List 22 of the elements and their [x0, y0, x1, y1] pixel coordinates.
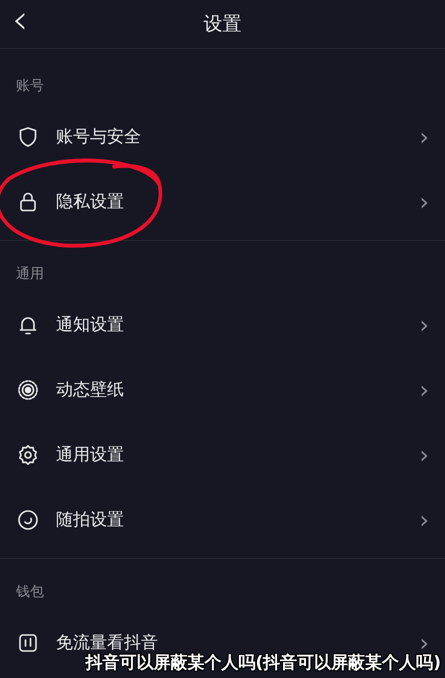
section-label: 通用 — [15, 265, 45, 283]
row-label[interactable]: 免流量看抖音 — [56, 631, 420, 654]
row-label[interactable]: 隐私设置 — [56, 190, 420, 213]
chevron-icon[interactable]: › — [419, 188, 429, 216]
chevron-icon[interactable]: › — [419, 310, 429, 338]
row-label[interactable]: 随拍设置 — [56, 508, 420, 531]
target-icon — [16, 378, 40, 402]
chevron-icon[interactable]: › — [419, 506, 429, 534]
row-label[interactable]: 动态壁纸 — [56, 378, 420, 401]
section-label: 钱包 — [15, 583, 45, 601]
row-label[interactable]: 通用设置 — [56, 443, 420, 466]
page-title: 设置 — [204, 12, 242, 37]
chevron-icon[interactable]: › — [419, 122, 429, 150]
section-label: 账号 — [15, 77, 45, 95]
settings-icon — [16, 442, 40, 466]
row-label[interactable]: 通知设置 — [56, 313, 420, 336]
chevron-icon[interactable]: › — [419, 376, 429, 404]
row-label[interactable]: 账号与安全 — [56, 125, 420, 148]
chevron-icon[interactable]: › — [419, 440, 429, 468]
back-button[interactable]: ‹ — [12, 0, 28, 40]
caption-text: 抖音可以屏蔽某个人吗(抖音可以屏蔽某个人吗) — [85, 651, 441, 674]
circle-icon — [16, 508, 40, 532]
